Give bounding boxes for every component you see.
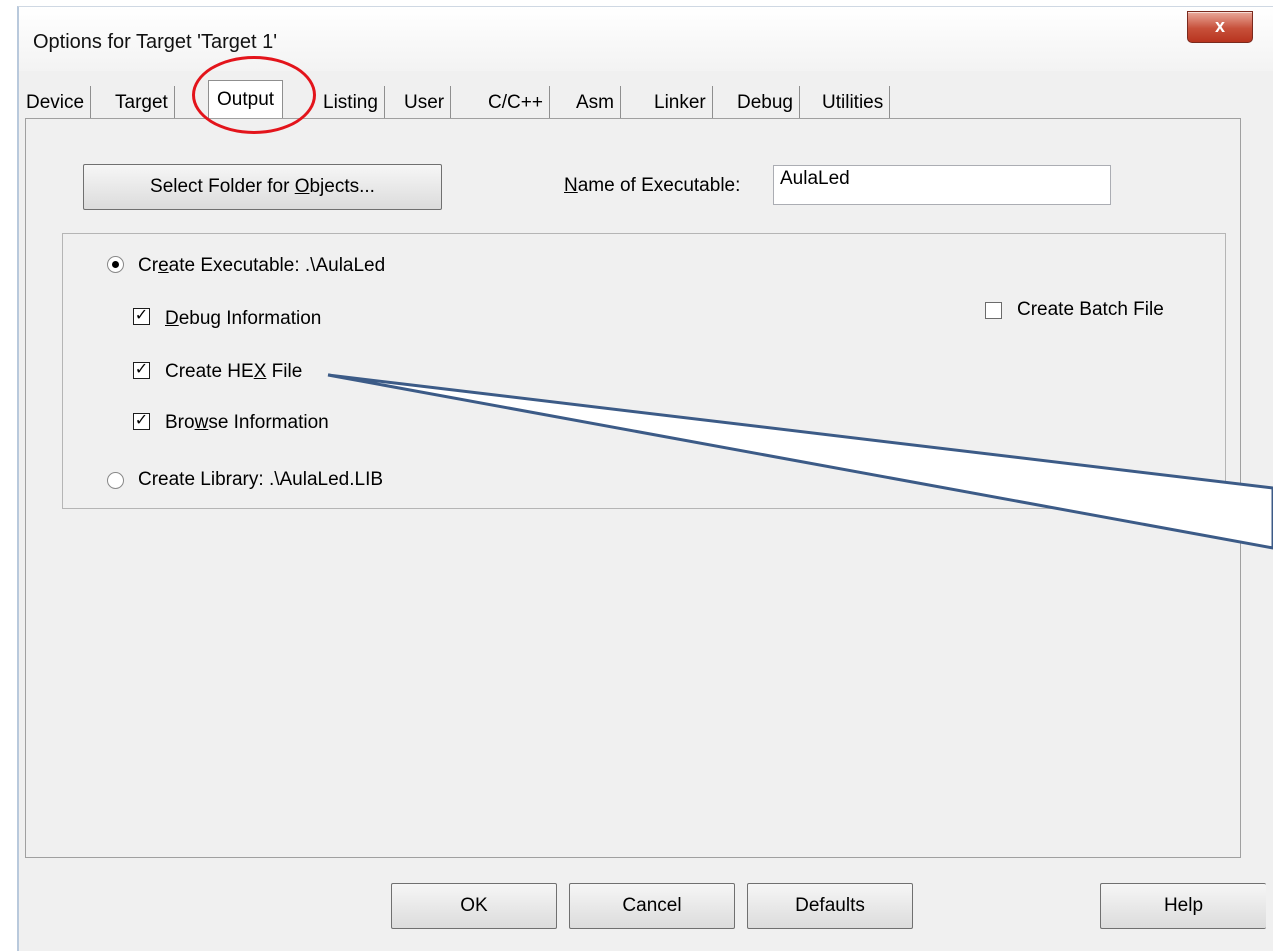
create-executable-label: Create Executable: .\AulaLed — [138, 255, 386, 276]
close-icon: x — [1214, 16, 1225, 36]
debug-information-label: Debug Information — [165, 308, 322, 329]
browse-information-label: Browse Information — [165, 412, 329, 433]
tab-target[interactable]: Target — [109, 86, 175, 120]
tab-utilities[interactable]: Utilities — [816, 86, 891, 120]
tab-listing[interactable]: Listing — [317, 86, 385, 120]
select-folder-button[interactable]: Select Folder for Objects... — [83, 164, 442, 210]
help-button[interactable]: Help — [1100, 883, 1266, 929]
executable-name-input[interactable]: AulaLed — [773, 165, 1111, 205]
tab-output[interactable]: Output — [208, 80, 284, 121]
tab-asm[interactable]: Asm — [570, 86, 621, 120]
create-hex-file-label: Create HEX File — [165, 361, 303, 382]
window-title: Options for Target 'Target 1' — [33, 31, 278, 53]
title-bar: Options for Target 'Target 1' x — [19, 7, 1273, 71]
create-batch-file-label: Create Batch File — [1017, 299, 1164, 320]
tab-debug[interactable]: Debug — [731, 86, 800, 120]
create-library-radio[interactable] — [107, 472, 124, 489]
name-of-executable-label: Name of Executable: — [564, 175, 741, 196]
defaults-button[interactable]: Defaults — [747, 883, 913, 929]
cancel-button[interactable]: Cancel — [569, 883, 735, 929]
browse-information-checkbox[interactable]: ✓ — [133, 413, 150, 430]
create-hex-file-checkbox[interactable]: ✓ — [133, 362, 150, 379]
create-executable-radio[interactable] — [107, 256, 124, 273]
tab-user[interactable]: User — [398, 86, 452, 120]
debug-information-checkbox[interactable]: ✓ — [133, 308, 150, 325]
close-button[interactable]: x — [1187, 11, 1253, 43]
tab-device[interactable]: Device — [20, 86, 92, 120]
create-library-label: Create Library: .\AulaLed.LIB — [138, 469, 384, 490]
create-batch-file-checkbox[interactable] — [985, 302, 1002, 319]
tab-c-cpp[interactable]: C/C++ — [482, 86, 550, 120]
tab-linker[interactable]: Linker — [648, 86, 713, 120]
ok-button[interactable]: OK — [391, 883, 557, 929]
